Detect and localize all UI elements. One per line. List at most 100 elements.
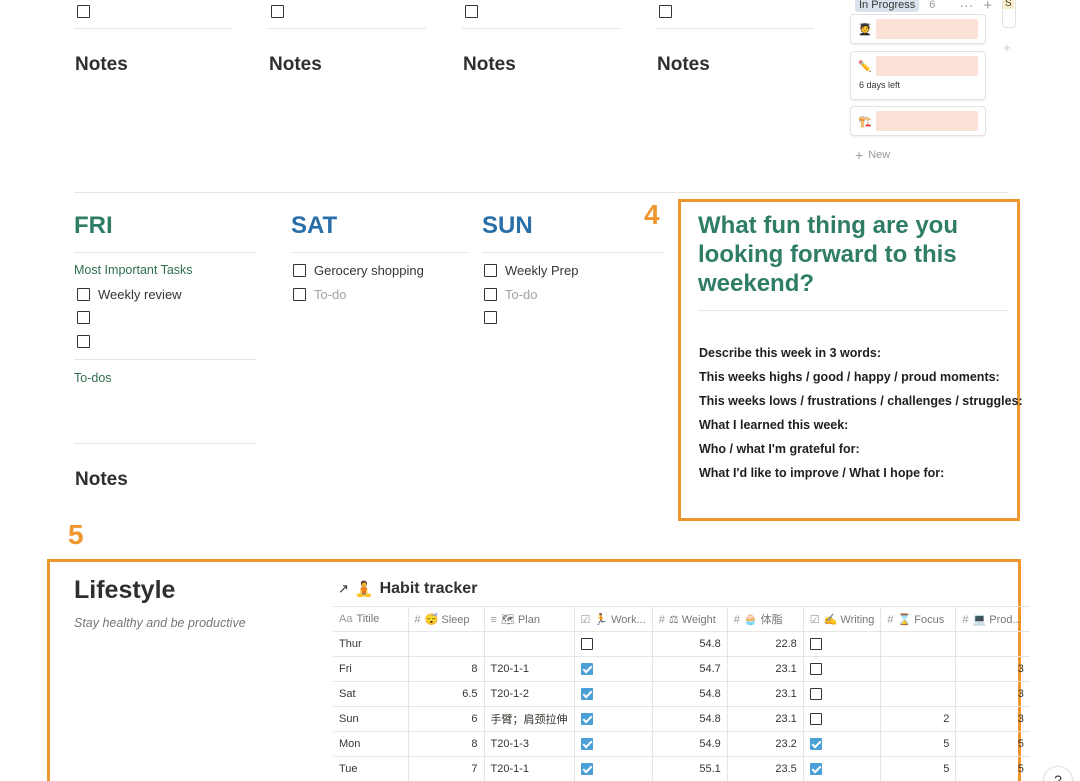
column-header[interactable]: # 😴 Sleep: [408, 606, 485, 632]
todo-item[interactable]: Weekly review: [77, 287, 182, 302]
plan-cell[interactable]: [484, 631, 575, 657]
focus-cell[interactable]: [880, 631, 957, 657]
prod-cell[interactable]: 3: [955, 681, 1030, 707]
column-header[interactable]: ≡ 🗺 Plan: [484, 606, 575, 632]
writing-cell[interactable]: [803, 656, 882, 682]
todo-item[interactable]: Weekly Prep: [484, 263, 578, 278]
title-cell[interactable]: Mon: [333, 731, 409, 757]
table-row[interactable]: Mon 8 T20-1-3 54.9 23.2 5 5: [333, 731, 1030, 757]
sleep-cell[interactable]: [408, 631, 485, 657]
sleep-cell[interactable]: 6: [408, 706, 485, 732]
focus-cell[interactable]: 5: [880, 756, 957, 781]
prod-cell[interactable]: [955, 631, 1030, 657]
weight-cell[interactable]: 54.8: [652, 706, 728, 732]
task-checkbox[interactable]: [484, 311, 497, 324]
kanban-card[interactable]: 🧑‍🎓: [850, 14, 986, 44]
workout-checkbox[interactable]: [580, 763, 593, 776]
plan-cell[interactable]: 手臂；肩颈拉伸: [484, 706, 575, 732]
prod-cell[interactable]: 5: [955, 731, 1030, 757]
column-header[interactable]: Aa Titile: [333, 606, 409, 632]
task-checkbox[interactable]: [77, 335, 90, 348]
weight-cell[interactable]: 54.7: [652, 656, 728, 682]
task-checkbox[interactable]: [77, 5, 90, 18]
writing-checkbox[interactable]: [809, 713, 822, 726]
workout-checkbox[interactable]: [580, 738, 593, 751]
column-header[interactable]: ☑ 🏃 Work...: [574, 606, 653, 632]
workout-checkbox[interactable]: [580, 663, 593, 676]
writing-checkbox[interactable]: [809, 638, 822, 651]
table-row[interactable]: Tue 7 T20-1-1 55.1 23.5 5 5: [333, 756, 1030, 781]
weight-cell[interactable]: 54.8: [652, 681, 728, 707]
habit-tracker-link[interactable]: ↗ 🧘 Habit tracker: [338, 580, 477, 598]
weight-cell[interactable]: 54.9: [652, 731, 728, 757]
title-cell[interactable]: Sun: [333, 706, 409, 732]
title-cell[interactable]: Fri: [333, 656, 409, 682]
task-checkbox[interactable]: [484, 288, 497, 301]
plus-icon[interactable]: +: [983, 0, 992, 14]
prod-cell[interactable]: 5: [955, 756, 1030, 781]
weight-cell[interactable]: 55.1: [652, 756, 728, 781]
writing-checkbox[interactable]: [809, 738, 822, 751]
focus-cell[interactable]: 5: [880, 731, 957, 757]
status-badge[interactable]: S: [1003, 0, 1014, 9]
fat-cell[interactable]: 23.2: [727, 731, 804, 757]
column-header[interactable]: # 💻 Prod...: [955, 606, 1030, 632]
table-row[interactable]: Sat 6.5 T20-1-2 54.8 23.1 3: [333, 681, 1030, 707]
workout-checkbox[interactable]: [580, 688, 593, 701]
kanban-card[interactable]: 🏗️: [850, 106, 986, 136]
workout-cell[interactable]: [574, 731, 653, 757]
ellipsis-icon[interactable]: ···: [959, 0, 973, 13]
plan-cell[interactable]: T20-1-3: [484, 731, 575, 757]
todo-item[interactable]: To-do: [484, 287, 538, 302]
prod-cell[interactable]: 3: [955, 706, 1030, 732]
writing-cell[interactable]: [803, 706, 882, 732]
task-checkbox[interactable]: [77, 288, 90, 301]
weight-cell[interactable]: 54.8: [652, 631, 728, 657]
column-header[interactable]: # ⚖ Weight: [652, 606, 728, 632]
focus-cell[interactable]: [880, 681, 957, 707]
table-row[interactable]: Sun 6 手臂；肩颈拉伸 54.8 23.1 2 3: [333, 706, 1030, 732]
column-header[interactable]: ☑ ✍ Writing: [803, 606, 882, 632]
task-checkbox[interactable]: [293, 288, 306, 301]
writing-cell[interactable]: [803, 756, 882, 781]
new-card-button[interactable]: + New: [855, 147, 890, 163]
workout-checkbox[interactable]: [580, 638, 593, 651]
plan-cell[interactable]: T20-1-2: [484, 681, 575, 707]
focus-cell[interactable]: 2: [880, 706, 957, 732]
task-checkbox[interactable]: [659, 5, 672, 18]
workout-checkbox[interactable]: [580, 713, 593, 726]
todo-item[interactable]: To-do: [293, 287, 347, 302]
writing-cell[interactable]: [803, 731, 882, 757]
fat-cell[interactable]: 22.8: [727, 631, 804, 657]
focus-cell[interactable]: [880, 656, 957, 682]
column-header[interactable]: # ⌛ Focus: [880, 606, 957, 632]
prod-cell[interactable]: 3: [955, 656, 1030, 682]
fat-cell[interactable]: 23.1: [727, 706, 804, 732]
workout-cell[interactable]: [574, 656, 653, 682]
table-row[interactable]: Fri 8 T20-1-1 54.7 23.1 3: [333, 656, 1030, 682]
fat-cell[interactable]: 23.5: [727, 756, 804, 781]
plan-cell[interactable]: T20-1-1: [484, 656, 575, 682]
todo-item[interactable]: [77, 311, 90, 324]
plus-icon[interactable]: +: [1003, 40, 1011, 55]
task-checkbox[interactable]: [271, 5, 284, 18]
writing-checkbox[interactable]: [809, 663, 822, 676]
title-cell[interactable]: Sat: [333, 681, 409, 707]
writing-checkbox[interactable]: [809, 763, 822, 776]
sleep-cell[interactable]: 6.5: [408, 681, 485, 707]
writing-cell[interactable]: [803, 681, 882, 707]
title-cell[interactable]: Thur: [333, 631, 409, 657]
task-checkbox[interactable]: [293, 264, 306, 277]
sleep-cell[interactable]: 7: [408, 756, 485, 781]
kanban-card[interactable]: ✏️ 6 days left: [850, 51, 986, 100]
workout-cell[interactable]: [574, 756, 653, 781]
fat-cell[interactable]: 23.1: [727, 656, 804, 682]
workout-cell[interactable]: [574, 706, 653, 732]
todo-item[interactable]: [484, 311, 497, 324]
column-header[interactable]: # 🧁 体脂: [727, 606, 804, 632]
plan-cell[interactable]: T20-1-1: [484, 756, 575, 781]
title-cell[interactable]: Tue: [333, 756, 409, 781]
workout-cell[interactable]: [574, 631, 653, 657]
task-checkbox[interactable]: [465, 5, 478, 18]
writing-cell[interactable]: [803, 631, 882, 657]
